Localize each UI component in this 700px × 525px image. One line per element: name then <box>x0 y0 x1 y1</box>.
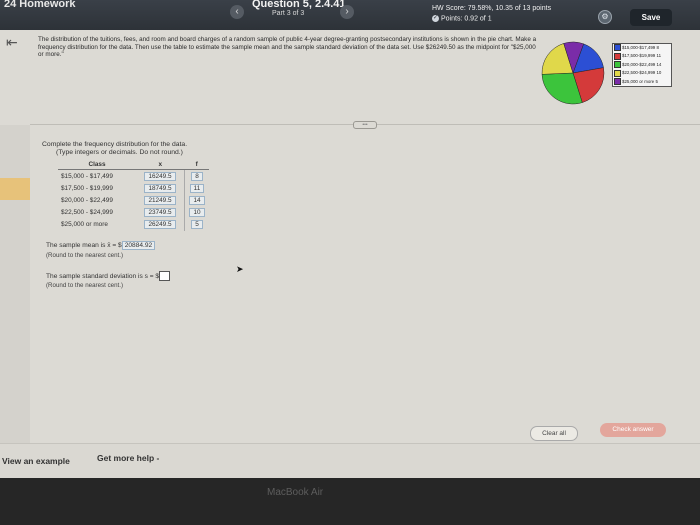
legend-item: $15,000-$17,499 8 <box>613 44 671 52</box>
next-question-button[interactable]: › <box>340 5 354 19</box>
left-highlight-band <box>0 178 30 200</box>
header-bar: 24 Homework ‹ Question 5, 2.4.41 Part 3 … <box>0 0 700 30</box>
sample-sd-input[interactable] <box>159 271 171 281</box>
legend-item: $25,000 or more 5 <box>613 77 671 86</box>
legend-item: $17,500-$19,999 11 <box>613 52 671 60</box>
clear-all-button[interactable]: Clear all <box>530 426 578 441</box>
legend-swatch <box>614 52 621 60</box>
legend-item: $22,500-$24,999 10 <box>613 69 671 77</box>
midpoint-field[interactable]: 16249.5 <box>144 171 176 181</box>
legend-count: 5 <box>655 78 658 84</box>
pie-chart <box>541 41 605 105</box>
gear-icon[interactable]: ⚙ <box>598 10 612 24</box>
back-arrow-icon[interactable]: ⇤ <box>6 34 18 51</box>
mouse-cursor-icon: ➤ <box>236 264 244 274</box>
view-example-link[interactable]: View an example <box>2 456 70 466</box>
midpoint-field[interactable]: 26249.5 <box>144 220 176 230</box>
divider-handle[interactable]: ••• <box>353 121 377 129</box>
table-row: $22,500 - $24,999 23749.5 10 <box>58 206 209 219</box>
check-circle-icon: ✓ <box>432 15 439 22</box>
hw-score: HW Score: 79.58%, 10.35 of 13 points <box>432 5 552 12</box>
midpoint-field[interactable]: 18749.5 <box>144 183 176 193</box>
pie-legend: $15,000-$17,499 8 $17,500-$19,999 11 $20… <box>612 43 672 87</box>
frequency-field[interactable]: 8 <box>191 171 203 181</box>
legend-label: $22,500-$24,999 <box>622 70 656 76</box>
macbook-label: MacBook Air <box>267 487 324 498</box>
problem-description: The distribution of the tuitions, fees, … <box>38 36 537 59</box>
check-answer-button[interactable]: Check answer <box>600 423 666 437</box>
legend-swatch <box>614 44 621 52</box>
midpoint-field[interactable]: 23749.5 <box>144 208 176 218</box>
legend-label: $15,000-$17,499 <box>622 45 656 50</box>
table-header-row: Class x f <box>58 160 209 170</box>
mean-rounding-note: (Round to the nearest cent.) <box>46 252 124 259</box>
legend-label: $25,000 or more <box>622 78 655 84</box>
sample-mean-line: The sample mean is x̄ = $20884.92 <box>46 241 156 250</box>
table-row: $25,000 or more 26249.5 5 <box>58 218 209 231</box>
legend-count: 14 <box>656 61 662 67</box>
table-row: $15,000 - $17,499 16249.5 8 <box>58 169 209 183</box>
column-header-f: f <box>184 160 209 170</box>
legend-label: $17,500-$19,999 <box>622 53 656 59</box>
legend-count: 10 <box>656 70 662 76</box>
legend-item: $20,000-$22,499 14 <box>613 61 671 69</box>
question-part: Part 3 of 3 <box>272 10 305 17</box>
laptop-bezel: MacBook Air <box>0 478 700 525</box>
get-more-help-link[interactable]: Get more help - <box>97 453 159 463</box>
legend-swatch <box>614 77 621 85</box>
left-panel <box>0 125 30 460</box>
class-cell: $22,500 - $24,999 <box>61 209 113 217</box>
frequency-table: Class x f $15,000 - $17,499 16249.5 8 $1… <box>58 160 209 231</box>
bottom-bar: View an example Get more help - <box>0 443 700 478</box>
frequency-field[interactable]: 11 <box>189 183 205 193</box>
homework-title: 24 Homework <box>4 0 76 10</box>
class-cell: $25,000 or more <box>61 221 108 229</box>
legend-swatch <box>614 69 621 77</box>
class-cell: $17,500 - $19,999 <box>61 184 113 192</box>
instruction-line: Complete the frequency distribution for … <box>42 141 188 148</box>
legend-count: 11 <box>656 53 662 59</box>
column-header-x: x <box>136 160 185 170</box>
legend-count: 8 <box>656 45 659 50</box>
sample-mean-label: The sample mean is x̄ = $ <box>46 242 122 249</box>
instructions: Complete the frequency distribution for … <box>42 141 187 158</box>
frequency-field[interactable]: 5 <box>191 220 203 230</box>
save-button[interactable]: Save <box>630 9 672 26</box>
legend-swatch <box>614 61 621 69</box>
instruction-line: (Type integers or decimals. Do not round… <box>56 149 183 157</box>
table-row: $20,000 - $22,499 21249.5 14 <box>58 194 209 207</box>
table-row: $17,500 - $19,999 18749.5 11 <box>58 182 209 195</box>
question-title: Question 5, 2.4.41 <box>252 0 346 10</box>
browser-screen: 24 Homework ‹ Question 5, 2.4.41 Part 3 … <box>0 0 700 478</box>
frequency-field[interactable]: 10 <box>189 208 205 218</box>
sd-rounding-note: (Round to the nearest cent.) <box>46 282 124 289</box>
frequency-field[interactable]: 14 <box>189 195 205 205</box>
sample-sd-line: The sample standard deviation is s = $ <box>46 271 171 281</box>
class-cell: $20,000 - $22,499 <box>61 196 113 204</box>
class-cell: $15,000 - $17,499 <box>61 172 113 180</box>
sample-sd-label: The sample standard deviation is s = $ <box>46 272 160 280</box>
midpoint-field[interactable]: 21249.5 <box>144 195 176 205</box>
points-text: Points: 0.92 of 1 <box>441 15 492 23</box>
legend-label: $20,000-$22,499 <box>622 61 656 67</box>
column-header-class: Class <box>58 160 136 170</box>
prev-question-button[interactable]: ‹ <box>230 5 244 19</box>
points: ✓ Points: 0.92 of 1 <box>432 15 492 22</box>
sample-mean-field[interactable]: 20884.92 <box>121 241 156 250</box>
